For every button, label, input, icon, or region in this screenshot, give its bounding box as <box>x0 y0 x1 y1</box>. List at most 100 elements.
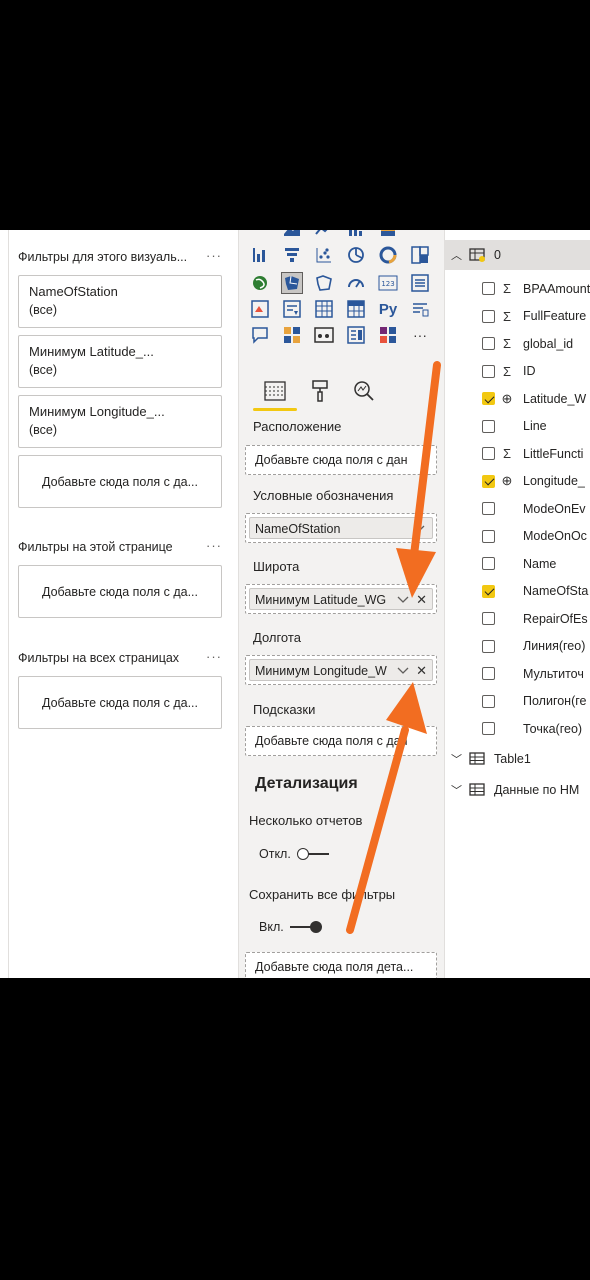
smart-narrative-icon[interactable] <box>409 298 431 320</box>
multi-reports-toggle[interactable]: Откл. <box>259 847 329 861</box>
field-checkbox[interactable] <box>482 639 495 653</box>
donut-icon[interactable] <box>377 244 399 266</box>
field-row[interactable]: Line <box>445 413 590 440</box>
all-pages-filters-drop-zone[interactable]: Добавьте сюда поля с да... <box>18 676 222 729</box>
field-checkbox[interactable] <box>482 364 495 378</box>
table-icon[interactable] <box>313 298 335 320</box>
drill-through-drop-well[interactable]: Добавьте сюда поля дета... <box>245 952 437 978</box>
python-visual-icon[interactable]: Py <box>377 298 399 320</box>
field-row[interactable]: Name <box>445 550 590 577</box>
visual-filters-more-button[interactable]: ··· <box>206 248 222 263</box>
field-checkbox[interactable] <box>482 612 495 625</box>
field-row[interactable]: ModeOnEv <box>445 495 590 522</box>
filled-map-icon-selected[interactable] <box>281 272 303 294</box>
field-row[interactable]: ⊕ Longitude_ <box>445 468 590 495</box>
field-checkbox[interactable] <box>482 447 495 460</box>
toggle-switch-off[interactable] <box>296 848 329 860</box>
location-drop-well[interactable]: Добавьте сюда поля с дан <box>245 445 437 475</box>
page-filters-drop-zone[interactable]: Добавьте сюда поля с да... <box>18 565 222 618</box>
remove-field-close-icon[interactable]: ✕ <box>416 663 427 679</box>
table-row-data-nm[interactable]: ﹀ Данные по НМ <box>445 775 590 805</box>
matrix-icon[interactable] <box>345 298 367 320</box>
filter-card-value: (все) <box>29 423 58 437</box>
all-pages-filters-more-button[interactable]: ··· <box>206 649 222 664</box>
table-row-table1[interactable]: ﹀ Table1 <box>445 744 590 774</box>
decomposition-tree-icon[interactable] <box>313 324 335 346</box>
key-influencers-icon[interactable] <box>281 324 303 346</box>
field-row[interactable]: Полигон(ге <box>445 688 590 715</box>
card-icon[interactable]: 123 <box>377 272 399 294</box>
chevron-down-icon[interactable] <box>396 664 410 678</box>
treemap-icon[interactable] <box>409 244 431 266</box>
area-chart-icon[interactable] <box>281 230 303 240</box>
multi-row-card-icon[interactable] <box>409 272 431 294</box>
remove-field-close-icon[interactable]: ✕ <box>416 592 427 608</box>
pie-icon[interactable] <box>345 244 367 266</box>
field-checkbox[interactable] <box>482 557 495 570</box>
field-checkbox[interactable] <box>482 419 495 433</box>
bar-chart-icon[interactable] <box>249 230 271 240</box>
legend-field-pill[interactable]: NameOfStation <box>249 517 433 539</box>
gauge-icon[interactable] <box>345 272 367 294</box>
field-row[interactable]: Σ ID <box>445 358 590 385</box>
field-row[interactable]: RepairOfEs <box>445 605 590 632</box>
well-label-tooltips: Подсказки <box>253 702 316 717</box>
funnel-icon[interactable] <box>281 244 303 266</box>
field-checkbox-checked[interactable] <box>482 584 495 598</box>
field-checkbox[interactable] <box>482 309 495 323</box>
field-checkbox[interactable] <box>482 694 495 708</box>
longitude-field-pill[interactable]: Минимум Longitude_W ✕ <box>249 659 433 681</box>
filter-card-latitude[interactable]: Минимум Latitude_... (все) <box>18 335 222 388</box>
field-row[interactable]: NameOfSta <box>445 578 590 605</box>
slicer-icon[interactable] <box>281 298 303 320</box>
qa-icon[interactable] <box>249 324 271 346</box>
filter-card-nameofstation[interactable]: NameOfStation (все) <box>18 275 222 328</box>
filter-card-longitude[interactable]: Минимум Longitude_... (все) <box>18 395 222 448</box>
field-checkbox[interactable] <box>482 529 495 543</box>
chevron-down-icon[interactable]: ﹀ <box>451 782 465 798</box>
field-checkbox[interactable] <box>482 667 495 680</box>
table-row-0[interactable]: ︿ 0 <box>445 240 590 270</box>
power-apps-icon[interactable] <box>377 324 399 346</box>
combo-chart-icon[interactable] <box>345 230 367 240</box>
field-row[interactable]: Σ LittleFuncti <box>445 440 590 467</box>
field-row[interactable]: Мультиточ <box>445 660 590 687</box>
shape-map-icon[interactable] <box>313 272 335 294</box>
legend-well: NameOfStation <box>245 513 437 543</box>
field-row[interactable]: Σ FullFeature <box>445 303 590 330</box>
ribbon-chart-icon[interactable] <box>377 230 399 240</box>
field-checkbox-checked[interactable] <box>482 392 495 405</box>
field-row[interactable]: ModeOnOc <box>445 523 590 550</box>
field-checkbox[interactable] <box>482 282 495 295</box>
toggle-switch-on[interactable] <box>289 921 322 933</box>
fields-tab-icon[interactable] <box>260 376 290 406</box>
field-checkbox[interactable] <box>482 502 495 515</box>
format-paint-roller-icon[interactable] <box>305 376 335 406</box>
keep-filters-toggle[interactable]: Вкл. <box>259 920 322 934</box>
field-row[interactable]: Линия(гео) <box>445 633 590 660</box>
chevron-down-icon[interactable] <box>396 593 410 607</box>
map-icon[interactable] <box>249 272 271 294</box>
field-checkbox[interactable] <box>482 722 495 735</box>
chevron-down-icon[interactable] <box>412 522 426 536</box>
field-checkbox-checked[interactable] <box>482 474 495 488</box>
field-row[interactable]: ⊕ Latitude_W <box>445 385 590 412</box>
field-checkbox[interactable] <box>482 337 495 350</box>
chevron-up-icon[interactable]: ︿ <box>451 247 465 263</box>
latitude-field-pill[interactable]: Минимум Latitude_WG ✕ <box>249 588 433 610</box>
tooltips-drop-well[interactable]: Добавьте сюда поля с дан <box>245 726 437 756</box>
keep-filters-label: Сохранить все фильтры <box>249 887 396 902</box>
field-row[interactable]: Σ BPAAmount <box>445 275 590 302</box>
line-chart-icon[interactable] <box>313 230 335 240</box>
analytics-magnifier-icon[interactable] <box>349 376 379 406</box>
paginated-report-icon[interactable] <box>345 324 367 346</box>
kpi-icon[interactable] <box>249 298 271 320</box>
scatter-icon[interactable] <box>313 244 335 266</box>
field-row[interactable]: Σglobal_id <box>445 330 590 357</box>
chevron-down-icon[interactable]: ﹀ <box>451 751 465 767</box>
stacked-bar-icon[interactable] <box>249 244 271 266</box>
visual-filters-drop-zone[interactable]: Добавьте сюда поля с да... <box>18 455 222 508</box>
field-row[interactable]: Точка(гео) <box>445 715 590 742</box>
page-filters-more-button[interactable]: ··· <box>206 538 222 553</box>
more-visuals-button[interactable]: ··· <box>409 324 431 346</box>
